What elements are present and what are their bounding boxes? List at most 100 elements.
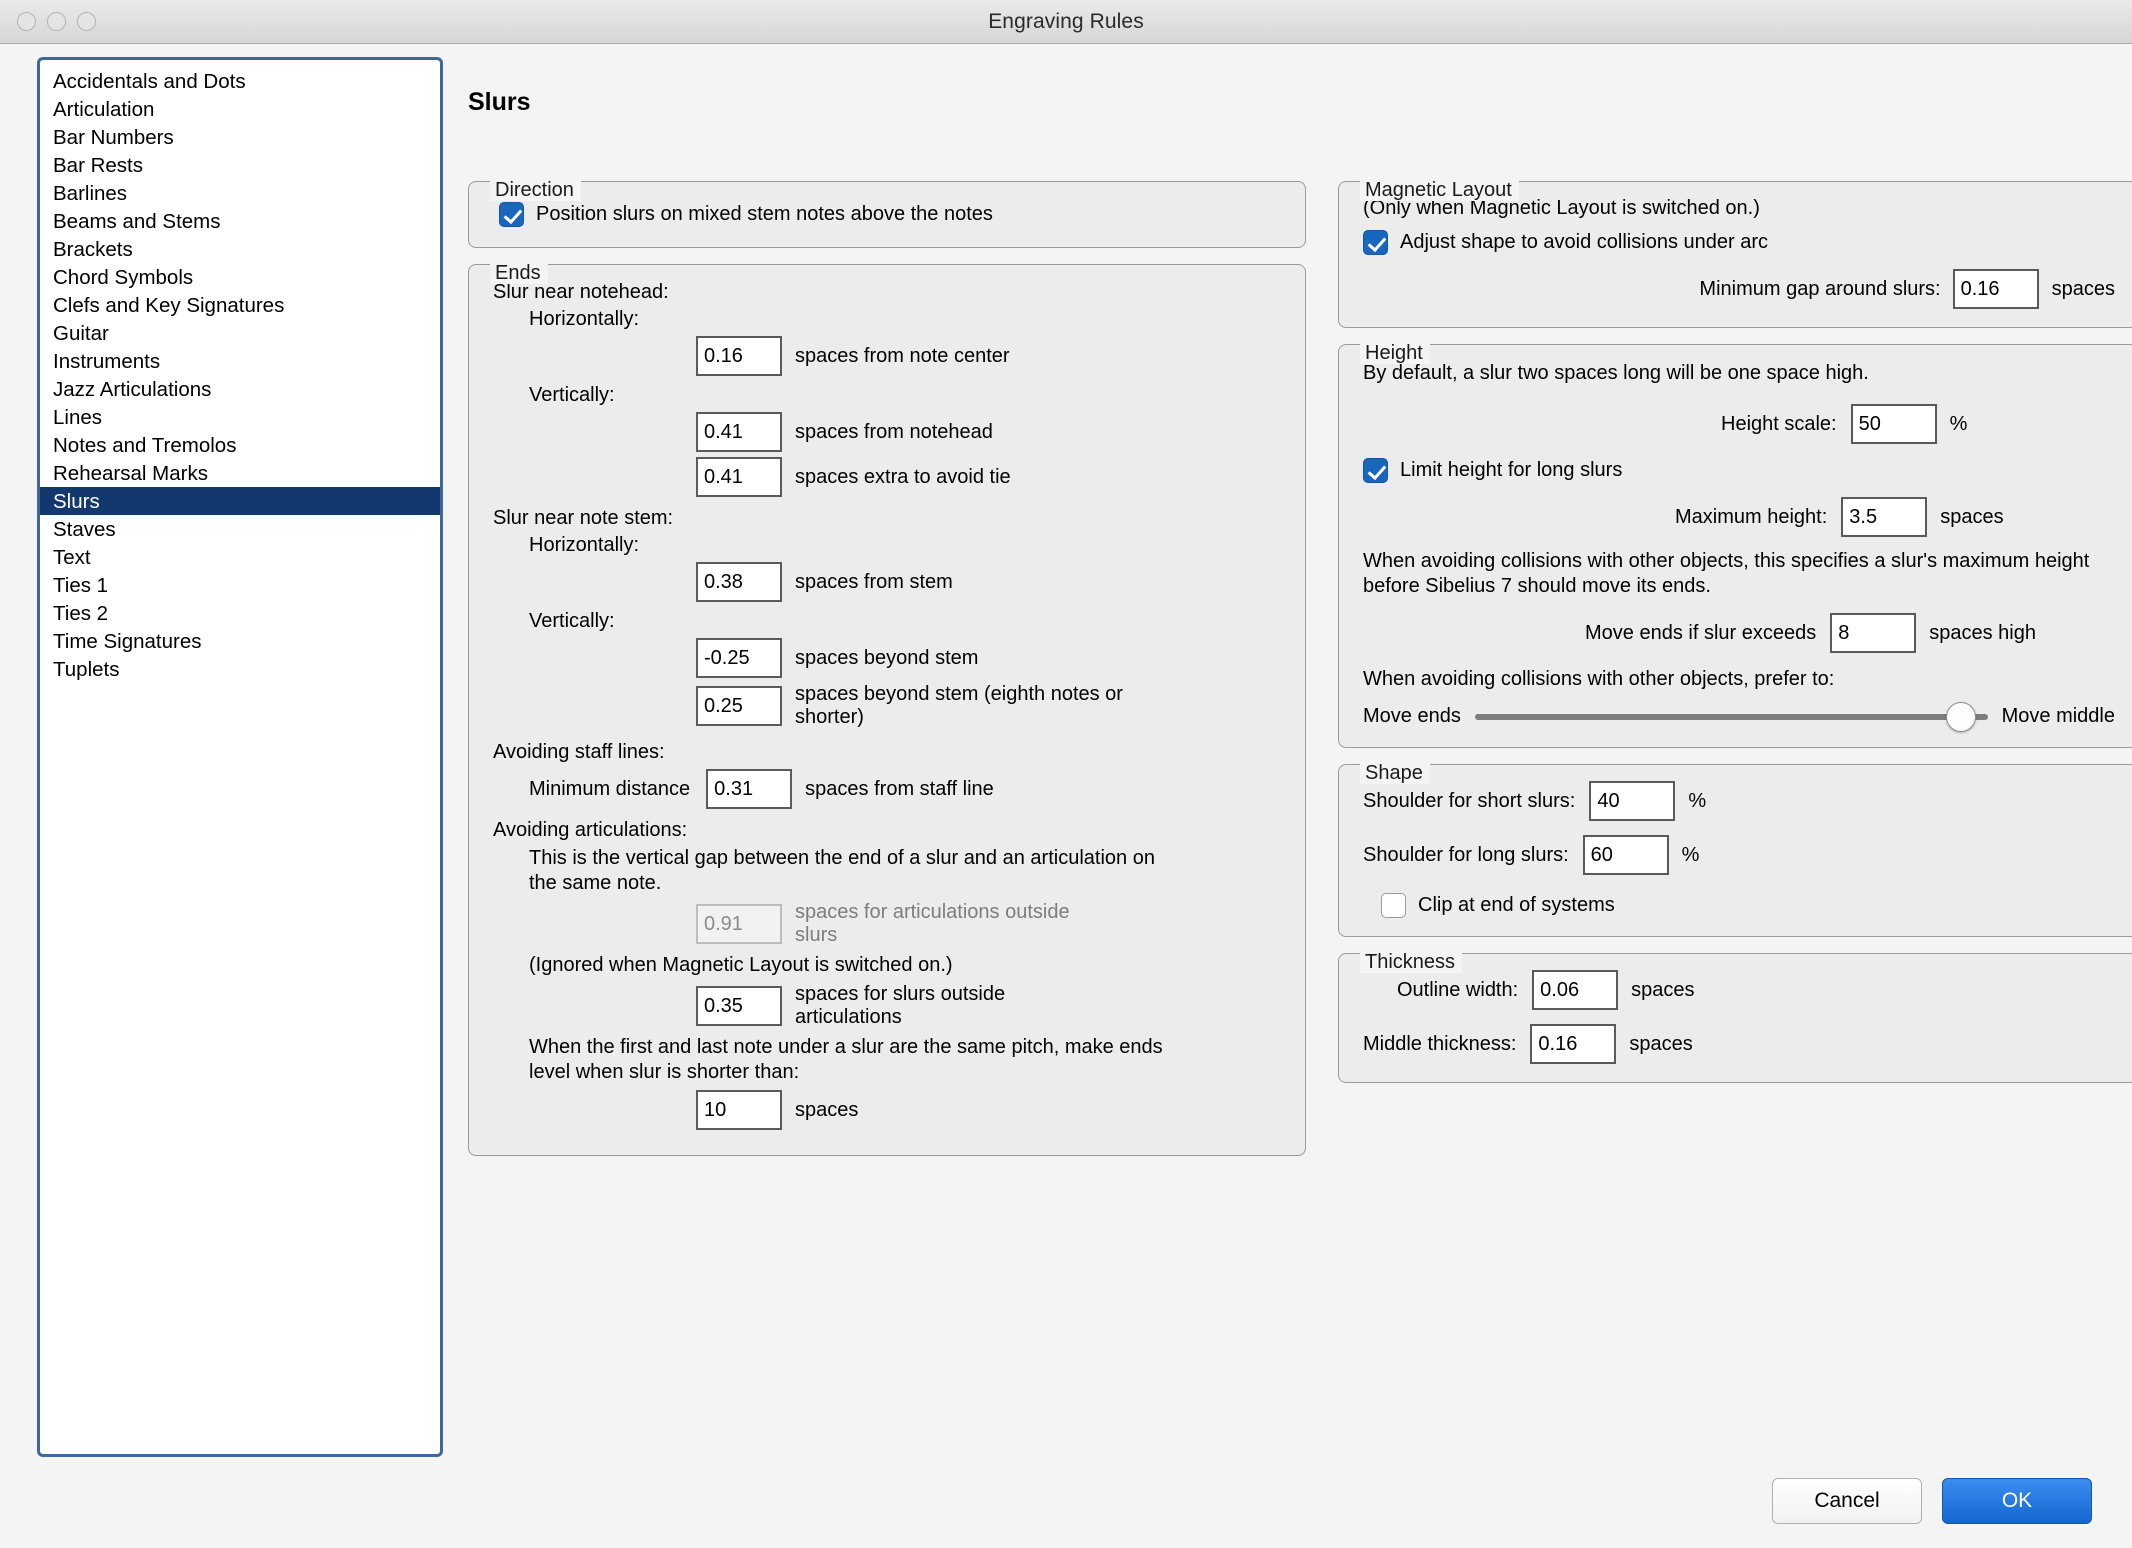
- ok-button[interactable]: OK: [1942, 1478, 2092, 1524]
- minimum-distance-row: Minimum distance 0.31 spaces from staff …: [529, 769, 1287, 809]
- shoulder-short-label: Shoulder for short slurs:: [1363, 789, 1576, 812]
- stem-horizontally-label: Horizontally:: [529, 534, 640, 556]
- position-slurs-mixed-stem-row[interactable]: Position slurs on mixed stem notes above…: [499, 202, 1287, 227]
- clip-end-systems-label: Clip at end of systems: [1418, 894, 1615, 916]
- dialog-body: Accidentals and Dots Articulation Bar Nu…: [0, 44, 2132, 1548]
- window-titlebar: Engraving Rules: [0, 0, 2132, 44]
- adjust-shape-row[interactable]: Adjust shape to avoid collisions under a…: [1363, 230, 2115, 255]
- height-default-note: By default, a slur two spaces long will …: [1363, 362, 1869, 384]
- sidebar-item-tuplets[interactable]: Tuplets: [40, 655, 440, 683]
- limit-height-row[interactable]: Limit height for long slurs: [1363, 458, 2115, 483]
- ends-legend: Ends: [490, 262, 548, 284]
- beyond-stem-eighth-row: 0.25 spaces beyond stem (eighth notes or…: [493, 683, 1287, 729]
- extra-avoid-tie-input[interactable]: 0.41: [696, 457, 782, 497]
- clip-end-systems-row[interactable]: Clip at end of systems: [1381, 893, 2115, 918]
- sidebar-item-beams-and-stems[interactable]: Beams and Stems: [40, 207, 440, 235]
- move-ends-if-unit: spaces high: [1929, 621, 2036, 644]
- maximum-height-row: Maximum height: 3.5 spaces: [1363, 497, 2115, 537]
- sidebar-item-staves[interactable]: Staves: [40, 515, 440, 543]
- sidebar-item-barlines[interactable]: Barlines: [40, 179, 440, 207]
- limit-height-checkbox[interactable]: [1363, 458, 1388, 483]
- sidebar-item-bar-numbers[interactable]: Bar Numbers: [40, 123, 440, 151]
- beyond-stem-eighth-unit: spaces beyond stem (eighth notes or shor…: [795, 683, 1123, 728]
- magnetic-layout-group: Magnetic Layout (Only when Magnetic Layo…: [1338, 179, 2132, 328]
- from-notehead-input[interactable]: 0.41: [696, 412, 782, 452]
- notehead-horizontally-label: Horizontally:: [529, 308, 640, 330]
- sidebar-item-time-signatures[interactable]: Time Signatures: [40, 627, 440, 655]
- beyond-stem-eighth-input[interactable]: 0.25: [696, 686, 782, 726]
- articulations-outside-input: 0.91: [696, 904, 782, 944]
- move-ends-if-input[interactable]: 8: [1830, 613, 1917, 653]
- middle-thickness-unit: spaces: [1629, 1032, 1693, 1055]
- slurs-outside-input[interactable]: 0.35: [696, 986, 782, 1026]
- sidebar-item-instruments[interactable]: Instruments: [40, 347, 440, 375]
- sidebar-item-notes-and-tremolos[interactable]: Notes and Tremolos: [40, 431, 440, 459]
- shoulder-short-unit: %: [1688, 789, 1707, 812]
- from-notehead-row: 0.41 spaces from notehead: [493, 412, 1287, 452]
- ignored-magnetic-layout-note: (Ignored when Magnetic Layout is switche…: [529, 954, 953, 976]
- notehead-vertically-label: Vertically:: [529, 384, 615, 406]
- left-column: Direction Position slurs on mixed stem n…: [468, 170, 1306, 1172]
- sidebar-item-lines[interactable]: Lines: [40, 403, 440, 431]
- avoiding-articulations-heading: Avoiding articulations:: [493, 819, 688, 841]
- slur-near-stem-heading: Slur near note stem:: [493, 507, 674, 529]
- slurs-outside-row: 0.35 spaces for slurs outside articulati…: [493, 983, 1287, 1029]
- shoulder-long-row: Shoulder for long slurs: 60 %: [1363, 835, 2115, 875]
- avoiding-staff-lines-heading: Avoiding staff lines:: [493, 741, 665, 763]
- note-center-input[interactable]: 0.16: [696, 336, 782, 376]
- maximum-height-unit: spaces: [1940, 505, 2004, 528]
- rules-category-list[interactable]: Accidentals and Dots Articulation Bar Nu…: [37, 57, 443, 1457]
- sidebar-item-text[interactable]: Text: [40, 543, 440, 571]
- minimum-distance-input[interactable]: 0.31: [706, 769, 793, 809]
- height-group: Height By default, a slur two spaces lon…: [1338, 342, 2132, 748]
- move-ends-middle-slider[interactable]: [1474, 701, 1988, 732]
- sidebar-item-clefs-and-key-signatures[interactable]: Clefs and Key Signatures: [40, 291, 440, 319]
- maximum-height-input[interactable]: 3.5: [1841, 497, 1928, 537]
- shoulder-long-label: Shoulder for long slurs:: [1363, 843, 1569, 866]
- sidebar-item-slurs[interactable]: Slurs: [40, 487, 440, 515]
- minimum-gap-input[interactable]: 0.16: [1952, 269, 2039, 309]
- settings-panel: Slurs Direction Position slurs on mixed …: [443, 44, 2132, 1548]
- sidebar-item-jazz-articulations[interactable]: Jazz Articulations: [40, 375, 440, 403]
- height-scale-input[interactable]: 50: [1850, 404, 1937, 444]
- sidebar-item-brackets[interactable]: Brackets: [40, 235, 440, 263]
- shoulder-short-row: Shoulder for short slurs: 40 %: [1363, 781, 2115, 821]
- sidebar-item-ties-2[interactable]: Ties 2: [40, 599, 440, 627]
- sidebar-item-rehearsal-marks[interactable]: Rehearsal Marks: [40, 459, 440, 487]
- extra-avoid-tie-row: 0.41 spaces extra to avoid tie: [493, 457, 1287, 497]
- slur-near-notehead-heading: Slur near notehead:: [493, 281, 669, 303]
- minimum-distance-unit: spaces from staff line: [805, 777, 994, 800]
- slurs-outside-unit: spaces for slurs outside articulations: [795, 983, 1006, 1028]
- outline-width-input[interactable]: 0.06: [1532, 970, 1619, 1010]
- note-center-row: 0.16 spaces from note center: [493, 336, 1287, 376]
- middle-thickness-input[interactable]: 0.16: [1530, 1024, 1617, 1064]
- height-scale-label: Height scale:: [1721, 412, 1837, 435]
- articulations-outside-unit: spaces for articulations outside slurs: [795, 901, 1070, 946]
- minimum-gap-label: Minimum gap around slurs:: [1699, 277, 1941, 300]
- adjust-shape-checkbox[interactable]: [1363, 230, 1388, 255]
- sidebar-item-guitar[interactable]: Guitar: [40, 319, 440, 347]
- shape-group: Shape Shoulder for short slurs: 40 % Sho…: [1338, 762, 2132, 937]
- shoulder-long-input[interactable]: 60: [1582, 835, 1669, 875]
- move-ends-if-row: Move ends if slur exceeds 8 spaces high: [1363, 613, 2115, 653]
- clip-end-systems-checkbox[interactable]: [1381, 893, 1406, 918]
- from-stem-input[interactable]: 0.38: [696, 562, 782, 602]
- shorter-than-input[interactable]: 10: [696, 1090, 782, 1130]
- move-ends-middle-slider-row[interactable]: Move ends Move middle: [1363, 701, 2115, 732]
- sidebar-item-accidentals-and-dots[interactable]: Accidentals and Dots: [40, 67, 440, 95]
- height-legend: Height: [1360, 342, 1430, 364]
- cancel-button[interactable]: Cancel: [1772, 1478, 1922, 1524]
- middle-thickness-label: Middle thickness:: [1363, 1032, 1517, 1055]
- shoulder-short-input[interactable]: 40: [1589, 781, 1676, 821]
- magnetic-layout-legend: Magnetic Layout: [1360, 179, 1519, 201]
- position-slurs-mixed-stem-checkbox[interactable]: [499, 202, 524, 227]
- slider-thumb[interactable]: [1945, 701, 1976, 732]
- thickness-group: Thickness Outline width: 0.06 spaces Mid…: [1338, 951, 2132, 1083]
- sidebar-item-articulation[interactable]: Articulation: [40, 95, 440, 123]
- outline-width-row: Outline width: 0.06 spaces: [1363, 970, 2115, 1010]
- minimum-gap-unit: spaces: [2051, 277, 2115, 300]
- sidebar-item-chord-symbols[interactable]: Chord Symbols: [40, 263, 440, 291]
- beyond-stem-input[interactable]: -0.25: [696, 638, 782, 678]
- sidebar-item-ties-1[interactable]: Ties 1: [40, 571, 440, 599]
- sidebar-item-bar-rests[interactable]: Bar Rests: [40, 151, 440, 179]
